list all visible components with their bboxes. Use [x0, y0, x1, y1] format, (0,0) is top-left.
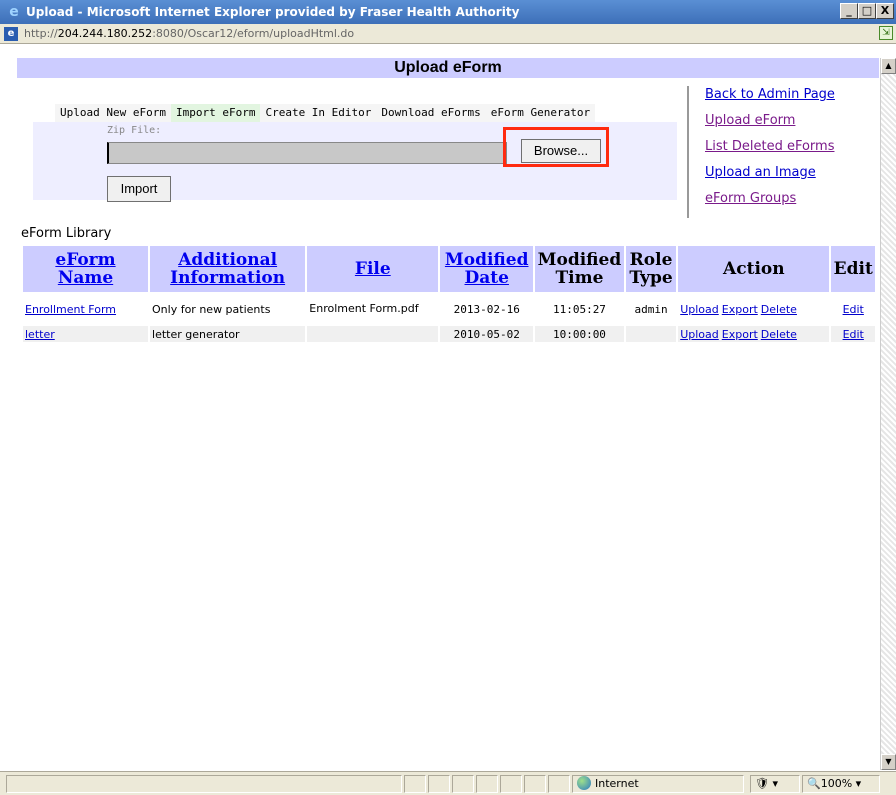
side-links: Back to Admin Page Upload eForm List Del… — [687, 86, 867, 218]
status-bar: Internet 🛡 ▾ 🔍100% ▾ — [0, 771, 896, 795]
browse-button[interactable]: Browse... — [521, 139, 601, 163]
close-button[interactable]: X — [876, 3, 894, 19]
col-edit: Edit — [831, 246, 875, 292]
zone-label: Internet — [595, 777, 639, 790]
status-cell — [524, 775, 546, 793]
maximize-button[interactable]: □ — [858, 3, 876, 19]
protected-mode-menu[interactable]: 🛡 ▾ — [750, 775, 800, 793]
go-icon[interactable]: ⇲ — [879, 26, 893, 40]
url-path: :8080/Oscar12/eform/uploadHtml.do — [152, 27, 355, 40]
page-content: Upload eForm Upload New eForm Import eFo… — [17, 58, 879, 770]
status-cell — [428, 775, 450, 793]
status-cell — [452, 775, 474, 793]
cell-actions: Upload Export Delete — [678, 326, 830, 342]
link-upload-eform[interactable]: Upload eForm — [705, 112, 867, 138]
window-title: Upload - Microsoft Internet Explorer pro… — [26, 5, 520, 19]
upload-tabs: Upload New eForm Import eForm Create In … — [55, 104, 596, 122]
eform-name-link[interactable]: letter — [25, 328, 55, 341]
zip-upload-area: Zip File: Browse... Import — [33, 122, 677, 202]
vertical-scrollbar[interactable]: ▲ ▼ — [880, 58, 896, 770]
import-button[interactable]: Import — [107, 176, 171, 202]
col-role-type: Role Type — [625, 246, 677, 292]
eform-name-link[interactable]: Enrollment Form — [25, 303, 116, 316]
table-row: Enrollment Form Only for new patients En… — [23, 294, 875, 324]
globe-icon — [577, 776, 591, 790]
library-title: eForm Library — [21, 226, 112, 241]
page-title: Upload eForm — [17, 58, 879, 78]
cell-role — [625, 326, 677, 342]
zoom-level: 100% — [820, 777, 853, 790]
upload-panel: Upload New eForm Import eForm Create In … — [31, 104, 677, 202]
col-file[interactable]: File — [307, 246, 439, 292]
link-back-to-admin[interactable]: Back to Admin Page — [705, 86, 867, 112]
export-link[interactable]: Export — [722, 328, 758, 341]
col-action: Action — [678, 246, 830, 292]
tab-upload-new[interactable]: Upload New eForm — [55, 104, 171, 122]
link-list-deleted[interactable]: List Deleted eForms — [705, 138, 867, 164]
status-cell — [404, 775, 426, 793]
tab-download[interactable]: Download eForms — [376, 104, 486, 122]
cell-role: admin — [625, 294, 677, 324]
cell-info: Only for new patients — [150, 294, 306, 324]
tab-create-in-editor[interactable]: Create In Editor — [260, 104, 377, 122]
link-upload-image[interactable]: Upload an Image — [705, 164, 867, 190]
cell-edit: Edit — [831, 294, 875, 324]
cell-actions: Upload Export Delete — [678, 294, 830, 324]
page-icon: e — [4, 26, 18, 41]
upload-link[interactable]: Upload — [680, 328, 719, 341]
delete-link[interactable]: Delete — [761, 328, 797, 341]
export-link[interactable]: Export — [722, 303, 758, 316]
security-zone: Internet — [572, 775, 744, 793]
cell-date: 2013-02-16 — [440, 294, 534, 324]
col-modified-time: Modified Time — [535, 246, 624, 292]
window-titlebar: e Upload - Microsoft Internet Explorer p… — [0, 0, 896, 24]
security-icon: 🛡 — [755, 777, 769, 790]
col-eform-name[interactable]: eForm Name — [23, 246, 149, 292]
status-cell — [500, 775, 522, 793]
tab-import[interactable]: Import eForm — [170, 104, 261, 122]
link-eform-groups[interactable]: eForm Groups — [705, 190, 867, 216]
status-cell — [548, 775, 570, 793]
cell-time: 11:05:27 — [535, 294, 624, 324]
cell-edit: Edit — [831, 326, 875, 342]
url-prefix: http:// — [24, 27, 58, 40]
ie-logo-icon: e — [9, 4, 19, 20]
scroll-down-icon[interactable]: ▼ — [881, 754, 896, 770]
zip-file-label: Zip File: — [107, 125, 162, 136]
cell-info: letter generator — [150, 326, 306, 342]
zip-file-input[interactable] — [107, 142, 507, 164]
cell-time: 10:00:00 — [535, 326, 624, 342]
upload-link[interactable]: Upload — [680, 303, 719, 316]
eform-library-table: eForm Name Additional Information File M… — [21, 244, 877, 344]
tab-generator[interactable]: eForm Generator — [485, 104, 596, 122]
col-modified-date[interactable]: Modified Date — [440, 246, 534, 292]
cell-name: Enrollment Form — [23, 294, 149, 324]
edit-link[interactable]: Edit — [843, 328, 864, 341]
url-host: 204.244.180.252 — [57, 27, 153, 40]
delete-link[interactable]: Delete — [761, 303, 797, 316]
status-cell — [476, 775, 498, 793]
col-additional-info[interactable]: Additional Information — [150, 246, 306, 292]
table-header-row: eForm Name Additional Information File M… — [23, 246, 875, 292]
cell-file — [307, 326, 439, 342]
scroll-up-icon[interactable]: ▲ — [881, 58, 896, 74]
cell-name: letter — [23, 326, 149, 342]
edit-link[interactable]: Edit — [843, 303, 864, 316]
status-text — [6, 775, 402, 793]
minimize-button[interactable]: _ — [840, 3, 858, 19]
cell-file: Enrolment Form.pdf — [307, 294, 439, 324]
address-bar[interactable]: e http://204.244.180.252:8080/Oscar12/ef… — [0, 24, 896, 44]
zoom-icon: 🔍 — [807, 777, 821, 790]
zoom-menu[interactable]: 🔍100% ▾ — [802, 775, 880, 793]
cell-date: 2010-05-02 — [440, 326, 534, 342]
table-row: letter letter generator 2010-05-02 10:00… — [23, 326, 875, 342]
